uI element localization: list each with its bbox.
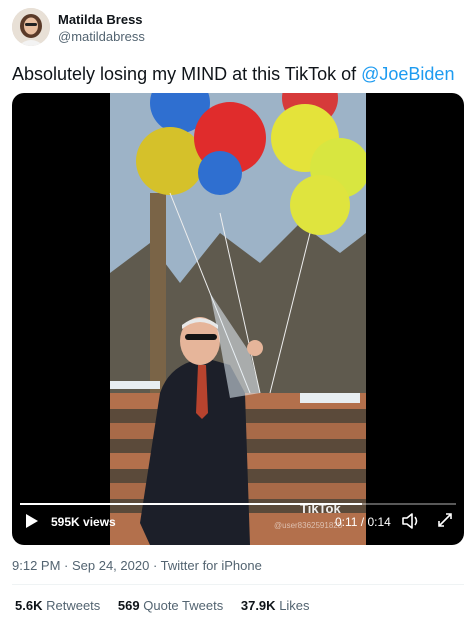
- tweet-text-body: Absolutely losing my MIND at this TikTok…: [12, 64, 362, 84]
- video-scene: [110, 93, 366, 545]
- likes-label: Likes: [279, 598, 310, 613]
- video-frame[interactable]: [110, 93, 366, 545]
- progress-fill: [20, 503, 363, 505]
- divider: [12, 584, 464, 585]
- retweets-stat[interactable]: 5.6K Retweets: [15, 598, 100, 613]
- quote-tweets-label: Quote Tweets: [143, 598, 224, 613]
- tweet-meta: 9:12 PM · Sep 24, 2020 · Twitter for iPh…: [12, 558, 262, 573]
- meta-separator: ·: [60, 558, 72, 573]
- fullscreen-icon: [438, 513, 452, 527]
- author-handle[interactable]: @matildabress: [58, 29, 145, 44]
- fullscreen-button[interactable]: [436, 511, 454, 529]
- author-name[interactable]: Matilda Bress: [58, 12, 143, 27]
- video-player[interactable]: TikTok @user8362591828 595K views 0:11 /…: [12, 93, 464, 545]
- volume-icon: [402, 513, 418, 529]
- tweet-date[interactable]: Sep 24, 2020: [72, 558, 149, 573]
- mention-link[interactable]: @JoeBiden: [361, 64, 454, 84]
- progress-bar[interactable]: [20, 503, 456, 505]
- tweet-time[interactable]: 9:12 PM: [12, 558, 60, 573]
- tweet-source[interactable]: Twitter for iPhone: [161, 558, 262, 573]
- play-button[interactable]: [24, 513, 40, 529]
- meta-separator-2: ·: [149, 558, 161, 573]
- retweets-count: 5.6K: [15, 598, 43, 613]
- volume-button[interactable]: [401, 512, 421, 530]
- timecode: 0:11 / 0:14: [335, 515, 391, 529]
- likes-count: 37.9K: [240, 598, 276, 613]
- avatar[interactable]: [12, 8, 50, 46]
- play-icon: [26, 514, 38, 528]
- avatar-photo: [12, 8, 50, 46]
- tweet-stats: 5.6K Retweets 569 Quote Tweets 37.9K Lik…: [15, 598, 324, 613]
- view-count: 595K views: [51, 515, 116, 529]
- quote-tweets-count: 569: [117, 598, 140, 613]
- likes-stat[interactable]: 37.9K Likes: [241, 598, 310, 613]
- tweet-header: Matilda Bress @matildabress: [12, 8, 464, 52]
- tweet-text: Absolutely losing my MIND at this TikTok…: [12, 62, 468, 86]
- quote-tweets-stat[interactable]: 569 Quote Tweets: [118, 598, 223, 613]
- retweets-label: Retweets: [46, 598, 101, 613]
- video-controls: 595K views 0:11 / 0:14: [12, 493, 464, 545]
